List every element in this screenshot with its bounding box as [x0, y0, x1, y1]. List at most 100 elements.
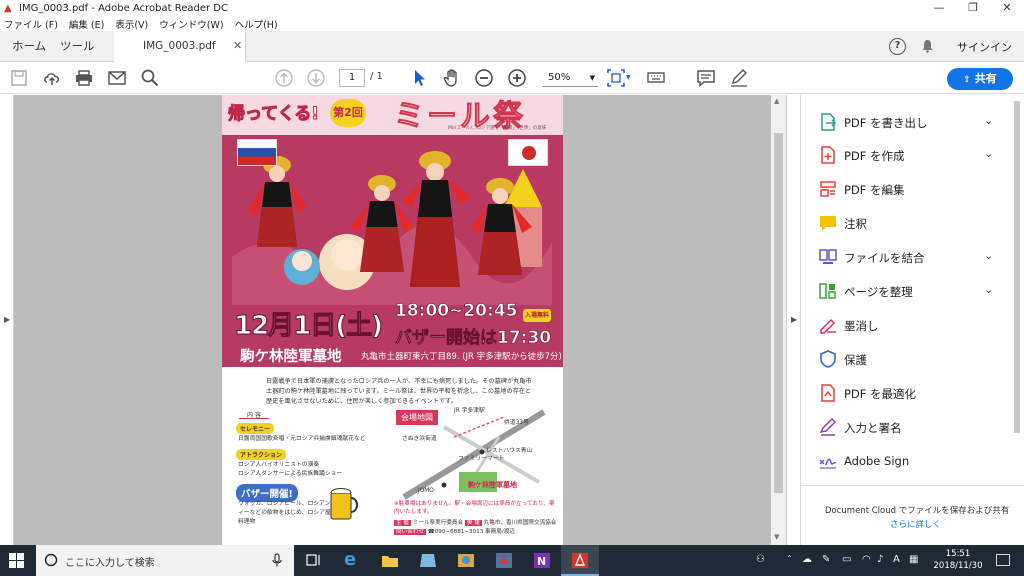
zoom-out-icon[interactable]: [474, 68, 494, 88]
support-tag: 後 援: [464, 520, 482, 526]
page-count: / 1: [370, 71, 383, 82]
create-pdf-icon: [821, 146, 835, 164]
keyboard-tray-icon[interactable]: ▦: [909, 554, 918, 565]
minimize-icon[interactable]: —: [922, 0, 956, 17]
collapse-right-icon: ▶: [791, 315, 798, 324]
battery-icon[interactable]: ▭: [842, 554, 851, 565]
tool-label: 入力と署名: [844, 421, 902, 435]
tool-redact[interactable]: 墨消し: [801, 308, 1024, 342]
edge-glyph: e: [344, 549, 357, 570]
protect-icon: [820, 350, 836, 368]
svg-text:N: N: [537, 555, 546, 568]
right-panel-toggle[interactable]: ▶: [786, 95, 800, 545]
document-scrollbar[interactable]: ▲ ▼: [771, 95, 786, 545]
network-icon[interactable]: ◠: [862, 554, 871, 565]
previous-page-icon[interactable]: [274, 68, 294, 88]
next-page-icon[interactable]: [306, 68, 326, 88]
chevron-down-icon[interactable]: ⌄: [984, 114, 993, 127]
search-icon[interactable]: [140, 68, 160, 88]
menu-window[interactable]: ウィンドウ(W): [159, 17, 223, 31]
map-heading: 会場地図: [396, 410, 438, 425]
taskbar-search[interactable]: ここに入力して検索: [36, 545, 294, 576]
signin-link[interactable]: サインイン: [957, 39, 1012, 55]
comment-icon[interactable]: [696, 68, 716, 88]
tool-export-pdf[interactable]: PDF を書き出し ⌄: [801, 105, 1024, 139]
tab-document[interactable]: IMG_0003.pdf ✕: [114, 31, 246, 62]
fit-page-icon[interactable]: [606, 68, 626, 88]
photos-app-icon[interactable]: [447, 545, 485, 576]
hand-tool-icon[interactable]: [442, 68, 462, 88]
chevron-down-icon[interactable]: ⌄: [984, 283, 993, 296]
parking-note: ※駐車場はありません。駅・会場周辺には係員が立っており、案内いたします。: [394, 501, 555, 515]
tab-home[interactable]: ホーム: [12, 31, 46, 62]
menu-view[interactable]: 表示(V): [115, 17, 148, 31]
close-tab-icon[interactable]: ✕: [233, 39, 242, 52]
tab-tools[interactable]: ツール: [60, 31, 95, 62]
windows-taskbar: ここに入力して検索 e N ⚇ ⌃ ☁ ✎ ▭ ◠ ♪ A ▦ 15:51 20…: [0, 545, 1024, 576]
tool-combine[interactable]: ファイルを結合 ⌄: [801, 240, 1024, 274]
print-icon[interactable]: [74, 68, 94, 88]
scrollbar-thumb[interactable]: [774, 133, 783, 493]
volume-icon[interactable]: ♪: [877, 554, 883, 565]
event-date: 12月1日(土): [233, 311, 383, 342]
share-button[interactable]: ⇪ 共有: [947, 68, 1013, 90]
learn-more-link[interactable]: さらに詳しく: [890, 518, 941, 530]
task-view-icon[interactable]: [295, 545, 333, 576]
scroll-down-icon[interactable]: ▼: [774, 533, 779, 541]
close-icon[interactable]: ✕: [990, 0, 1024, 17]
people-icon[interactable]: ⚇: [756, 554, 765, 565]
menu-edit[interactable]: 編集 (E): [69, 17, 104, 31]
acrobat-taskbar-icon[interactable]: [561, 545, 599, 576]
fit-dropdown-icon[interactable]: ▼: [626, 74, 631, 81]
flyer-details-section: 日露戦争で日本軍の捕虜となったロシア兵の一人が、不幸にも病死しました。その墓碑が…: [222, 367, 563, 545]
zoom-value: 50%: [548, 72, 571, 83]
help-icon[interactable]: ?: [889, 38, 906, 55]
tool-optimize[interactable]: PDF を最適化: [801, 376, 1024, 410]
microphone-icon[interactable]: [272, 553, 282, 567]
store-app-icon[interactable]: [409, 545, 447, 576]
attraction-tag: アトラクション: [236, 449, 287, 460]
system-clock[interactable]: 15:51 2018/11/30: [928, 548, 988, 572]
windows-start-icon[interactable]: [9, 553, 24, 568]
tool-comment[interactable]: 注釈: [801, 206, 1024, 240]
tool-create-pdf[interactable]: PDF を作成 ⌄: [801, 138, 1024, 172]
upload-cloud-icon[interactable]: [42, 68, 62, 88]
chevron-down-icon[interactable]: ⌄: [984, 249, 993, 262]
chevron-down-icon[interactable]: ⌄: [984, 147, 993, 160]
show-hidden-icons[interactable]: ⌃: [786, 554, 793, 563]
left-panel-toggle[interactable]: ▶: [0, 95, 14, 545]
edge-browser-icon[interactable]: e: [333, 545, 371, 576]
zoom-select[interactable]: 50% ▼: [542, 69, 598, 87]
map-route-label: 県道33号: [504, 420, 529, 426]
ime-indicator[interactable]: A: [893, 554, 900, 565]
file-explorer-icon[interactable]: [371, 545, 409, 576]
email-icon[interactable]: [107, 68, 127, 88]
tool-organize[interactable]: ページを整理 ⌄: [801, 274, 1024, 308]
bell-icon[interactable]: [921, 39, 934, 53]
select-cursor-icon[interactable]: [410, 68, 430, 88]
redact-icon: [820, 318, 836, 334]
windows-ink-icon[interactable]: ✎: [822, 554, 830, 565]
bazaar-text: ウォッカ、ロシアビール、ロシアンティーなどの飲物をはじめ、ロシア屋台料理物: [238, 501, 337, 525]
keyboard-icon[interactable]: [646, 68, 666, 88]
tool-adobe-sign[interactable]: Adobe Sign: [801, 444, 1024, 478]
tool-label: 墨消し: [844, 319, 879, 333]
zoom-in-icon[interactable]: [507, 68, 527, 88]
action-center-icon[interactable]: [996, 554, 1010, 566]
onedrive-icon[interactable]: ☁: [802, 554, 812, 565]
tool-protect[interactable]: 保護: [801, 342, 1024, 376]
tool-edit-pdf[interactable]: PDF を編集: [801, 172, 1024, 206]
menu-file[interactable]: ファイル (F): [4, 17, 58, 31]
onenote-icon[interactable]: N: [523, 545, 561, 576]
scroll-up-icon[interactable]: ▲: [774, 97, 779, 105]
menu-help[interactable]: ヘルプ(H): [235, 17, 278, 31]
page-number-input[interactable]: 1: [339, 69, 365, 87]
flyer-header-section: 帰ってくる! 第2回 ミール祭 Mir(ミール)…ロシア語で「平和」「世界」の意…: [222, 95, 563, 367]
settings-app-icon[interactable]: [485, 545, 523, 576]
save-icon[interactable]: [9, 68, 29, 88]
russia-flag-icon: [237, 139, 277, 166]
restore-icon[interactable]: ❐: [956, 0, 990, 17]
tool-fill-sign[interactable]: 入力と署名: [801, 410, 1024, 444]
sign-pen-icon[interactable]: [729, 68, 749, 88]
tool-label: PDF を最適化: [844, 387, 917, 401]
